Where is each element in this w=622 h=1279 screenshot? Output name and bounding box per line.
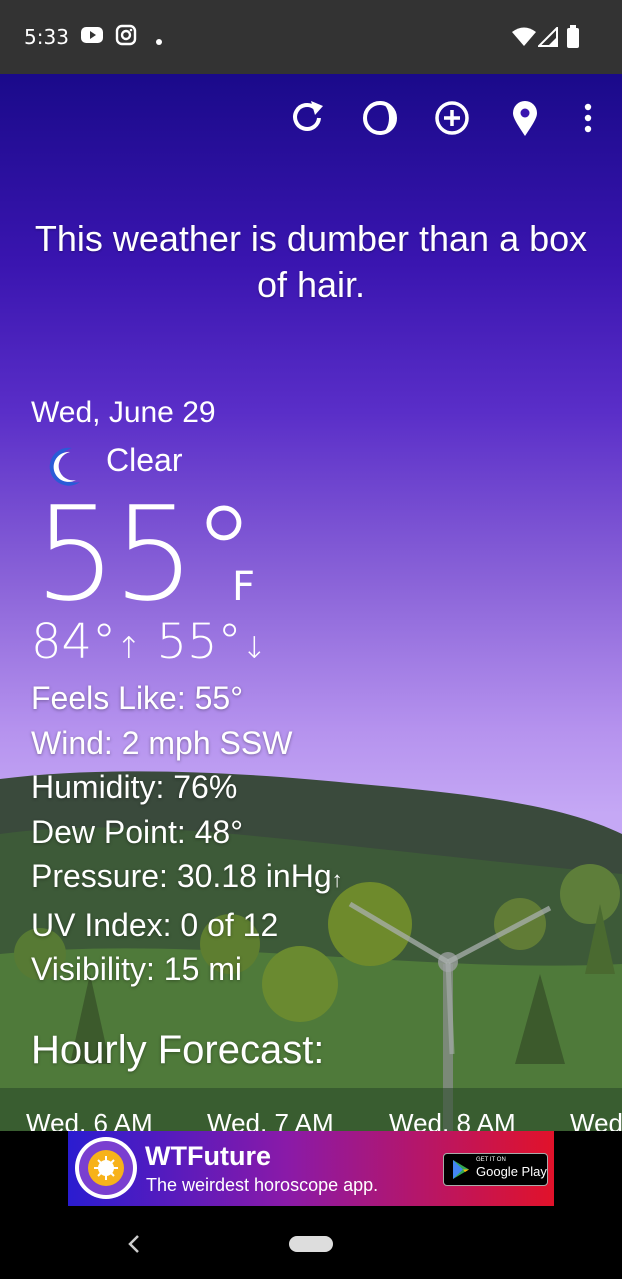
ad-subtitle: The weirdest horoscope app. [146, 1175, 379, 1195]
pressure: Pressure: 30.18 inHg [31, 858, 332, 894]
moon-phase-button[interactable] [358, 96, 402, 140]
current-temperature: 55° [34, 478, 256, 630]
signal-icon [536, 25, 558, 52]
google-play-icon [453, 1160, 469, 1179]
moon-phase-icon [363, 101, 397, 135]
current-date: Wed, June 29 [31, 396, 216, 429]
low-temp: 55° [156, 614, 242, 670]
high-temp: 84° [31, 614, 117, 670]
location-pin-icon [513, 101, 537, 136]
add-location-icon [435, 101, 469, 135]
system-nav-bar [0, 1206, 622, 1279]
add-location-button[interactable] [430, 96, 474, 140]
more-options-button[interactable] [566, 96, 610, 140]
refresh-button[interactable] [285, 96, 329, 140]
condition-label: Clear [106, 442, 183, 478]
pressure-rising-icon: ↑ [331, 867, 343, 892]
up-arrow-icon: ↑ [116, 631, 142, 666]
dew-point: Dew Point: 48° [31, 813, 244, 850]
visibility: Visibility: 15 mi [31, 951, 243, 987]
home-pill[interactable] [289, 1236, 333, 1252]
hourly-item[interactable]: Wed [570, 1108, 622, 1131]
instagram-icon [115, 24, 137, 51]
refresh-icon [293, 101, 323, 131]
hourly-item[interactable]: Wed, 6 AM [26, 1108, 153, 1131]
wind: Wind: 2 mph SSW [31, 724, 293, 761]
hourly-forecast-title: Hourly Forecast: [31, 1028, 325, 1072]
feels-like: Feels Like: 55° [31, 680, 244, 716]
youtube-icon [80, 24, 104, 51]
high-low-temps: 84°↑ 55°↓ [31, 614, 267, 670]
status-bar: 5:33 [0, 0, 622, 74]
hourly-item[interactable]: Wed, 8 AM [389, 1108, 516, 1131]
humidity: Humidity: 76% [31, 769, 238, 805]
zodiac-wheel-icon [75, 1137, 137, 1199]
notification-dot-icon [155, 33, 163, 51]
battery-icon [566, 25, 580, 54]
more-vert-icon [584, 103, 592, 133]
ad-title: WTFuture [145, 1141, 271, 1171]
status-time: 5:33 [24, 25, 69, 49]
ad-banner[interactable]: WTFuture The weirdest horoscope app. GET… [68, 1131, 554, 1206]
weather-scene: This weather is dumber than a box of hai… [0, 74, 622, 1131]
location-button[interactable] [503, 96, 547, 140]
store-big-label: Google Play [476, 1164, 547, 1179]
hourly-forecast-strip[interactable]: Wed, 6 AM Wed, 7 AM Wed, 8 AM Wed [0, 1088, 622, 1131]
weather-details: Feels Like: 55° Wind: 2 mph SSW Humidity… [31, 676, 343, 992]
pressure-row: Pressure: 30.18 inHg↑ [31, 854, 343, 903]
weather-tagline: This weather is dumber than a box of hai… [34, 218, 588, 305]
wifi-icon [512, 27, 536, 52]
hourly-item[interactable]: Wed, 7 AM [207, 1108, 334, 1131]
down-arrow-icon: ↓ [241, 631, 267, 666]
store-small-label: GET IT ON [476, 1157, 506, 1163]
back-icon[interactable] [124, 1232, 144, 1256]
google-play-badge[interactable]: GET IT ON Google Play [443, 1153, 548, 1186]
uv-index: UV Index: 0 of 12 [31, 906, 279, 943]
temperature-unit: F [232, 564, 256, 610]
